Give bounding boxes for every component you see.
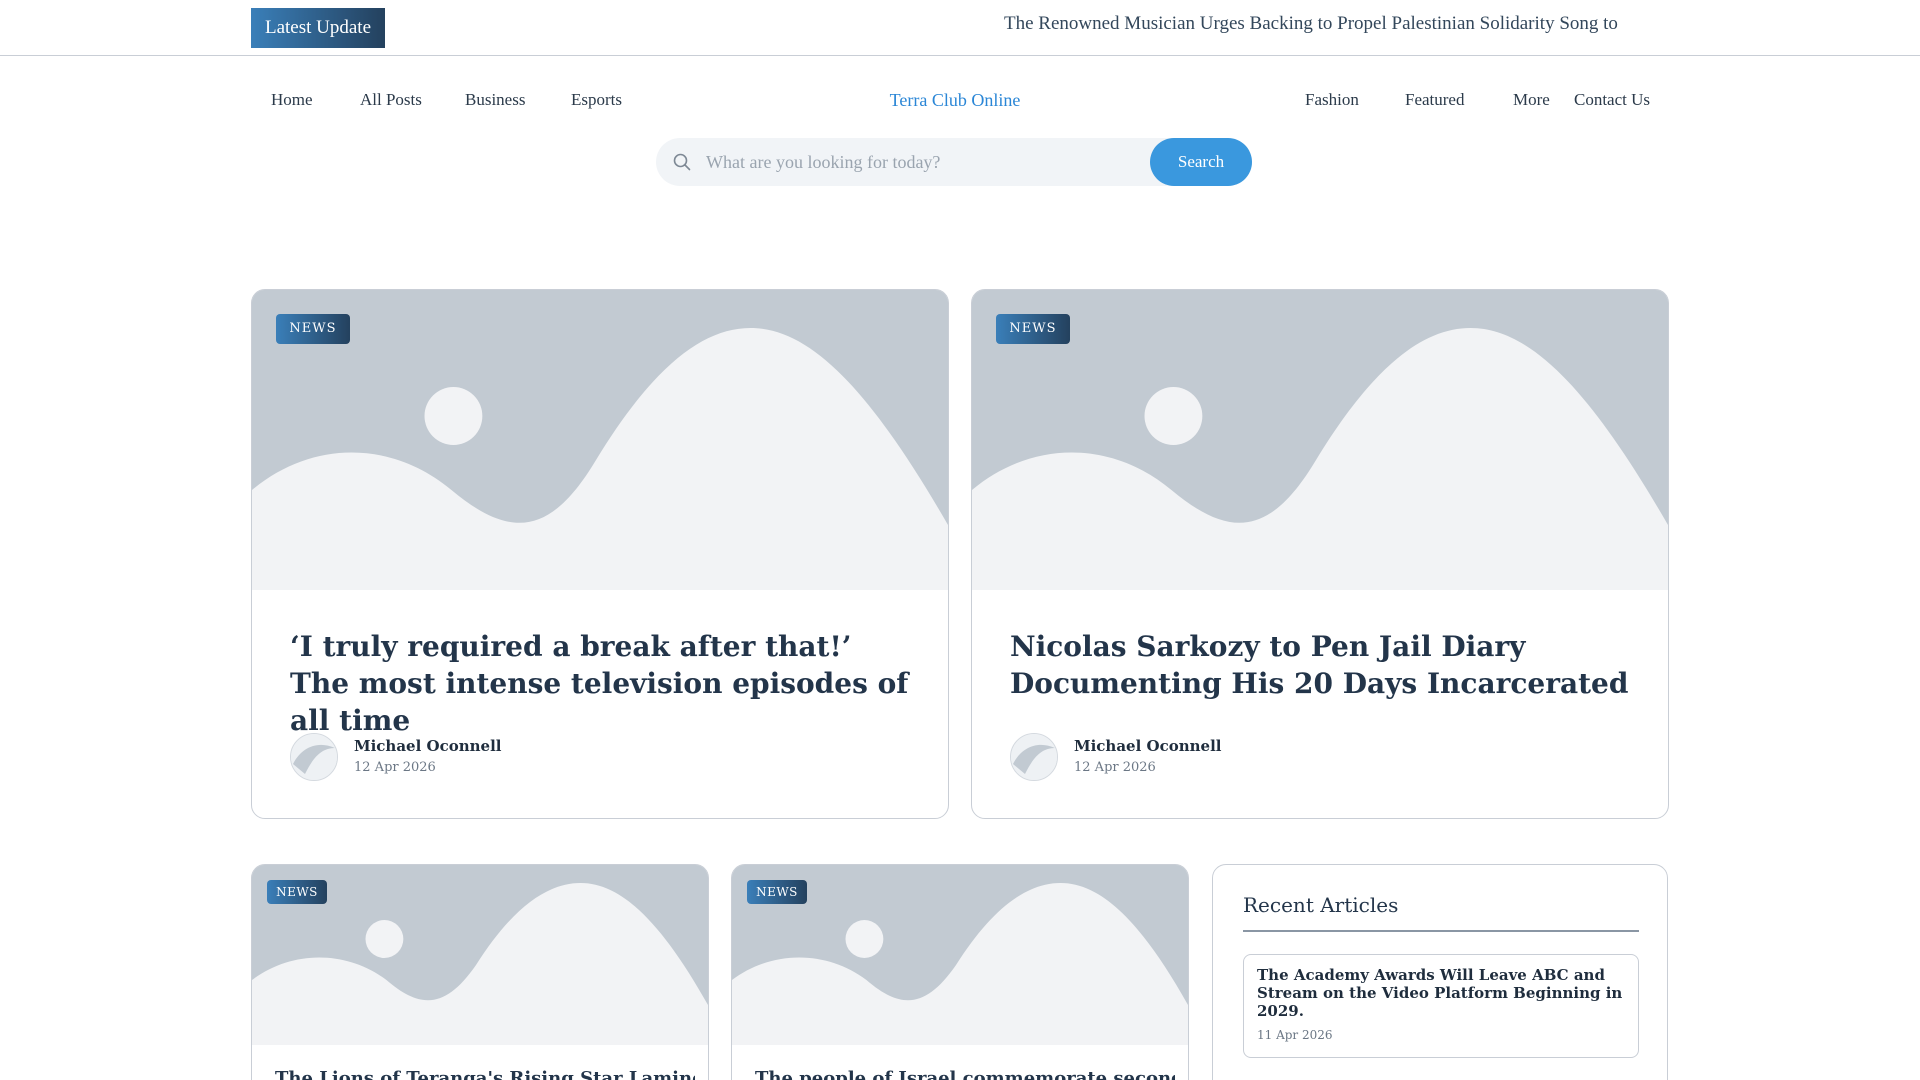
category-tag: NEWS bbox=[747, 880, 807, 904]
article-card[interactable]: NEWS The people of Israel commemorate se… bbox=[731, 864, 1189, 1080]
nav-more[interactable]: More bbox=[1513, 90, 1550, 110]
avatar bbox=[1010, 733, 1058, 781]
search-icon bbox=[673, 153, 691, 171]
nav-esports[interactable]: Esports bbox=[571, 90, 622, 110]
article-title[interactable]: Nicolas Sarkozy to Pen Jail Diary Docume… bbox=[1010, 628, 1640, 702]
nav-all-posts[interactable]: All Posts bbox=[360, 90, 422, 110]
author-name[interactable]: Michael Oconnell bbox=[354, 737, 501, 755]
panel-title: Recent Articles bbox=[1243, 893, 1399, 917]
nav-fashion[interactable]: Fashion bbox=[1305, 90, 1359, 110]
category-tag: NEWS bbox=[276, 314, 350, 344]
top-bar: Latest Update The Renowned Musician Urge… bbox=[0, 0, 1920, 56]
nav-contact-us[interactable]: Contact Us bbox=[1574, 90, 1650, 110]
featured-card[interactable]: NEWS Nicolas Sarkozy to Pen Jail Diary D… bbox=[971, 289, 1669, 819]
latest-update-badge: Latest Update bbox=[251, 8, 385, 48]
nav-home[interactable]: Home bbox=[271, 90, 313, 110]
featured-card[interactable]: NEWS ‘I truly required a break after tha… bbox=[251, 289, 949, 819]
search-input[interactable] bbox=[706, 138, 1196, 186]
avatar bbox=[290, 733, 338, 781]
image-placeholder-icon bbox=[252, 290, 948, 590]
site-brand[interactable]: Terra Club Online bbox=[880, 90, 1030, 111]
category-tag: NEWS bbox=[996, 314, 1070, 344]
article-title[interactable]: The Lions of Teranga's Rising Star Lamin… bbox=[275, 1067, 695, 1080]
article-card[interactable]: NEWS The Lions of Teranga's Rising Star … bbox=[251, 864, 709, 1080]
article-title[interactable]: The people of Israel commemorate second bbox=[755, 1067, 1175, 1080]
image-placeholder-icon bbox=[972, 290, 1668, 590]
post-date: 12 Apr 2026 bbox=[354, 760, 436, 775]
recent-articles-panel: Recent Articles The Academy Awards Will … bbox=[1212, 864, 1668, 1080]
recent-article-date: 11 Apr 2026 bbox=[1257, 1028, 1333, 1042]
news-ticker[interactable]: The Renowned Musician Urges Backing to P… bbox=[1004, 13, 1658, 35]
divider bbox=[1243, 930, 1639, 932]
recent-article-item[interactable]: The Academy Awards Will Leave ABC and St… bbox=[1243, 954, 1639, 1058]
search-button[interactable]: Search bbox=[1150, 138, 1252, 186]
search-bar: Search bbox=[656, 138, 1252, 186]
author-name[interactable]: Michael Oconnell bbox=[1074, 737, 1221, 755]
category-tag: NEWS bbox=[267, 880, 327, 904]
nav-business[interactable]: Business bbox=[465, 90, 525, 110]
article-title[interactable]: ‘I truly required a break after that!’ T… bbox=[290, 628, 920, 739]
recent-article-title[interactable]: The Academy Awards Will Leave ABC and St… bbox=[1257, 966, 1627, 1020]
nav-featured[interactable]: Featured bbox=[1405, 90, 1464, 110]
post-date: 12 Apr 2026 bbox=[1074, 760, 1156, 775]
